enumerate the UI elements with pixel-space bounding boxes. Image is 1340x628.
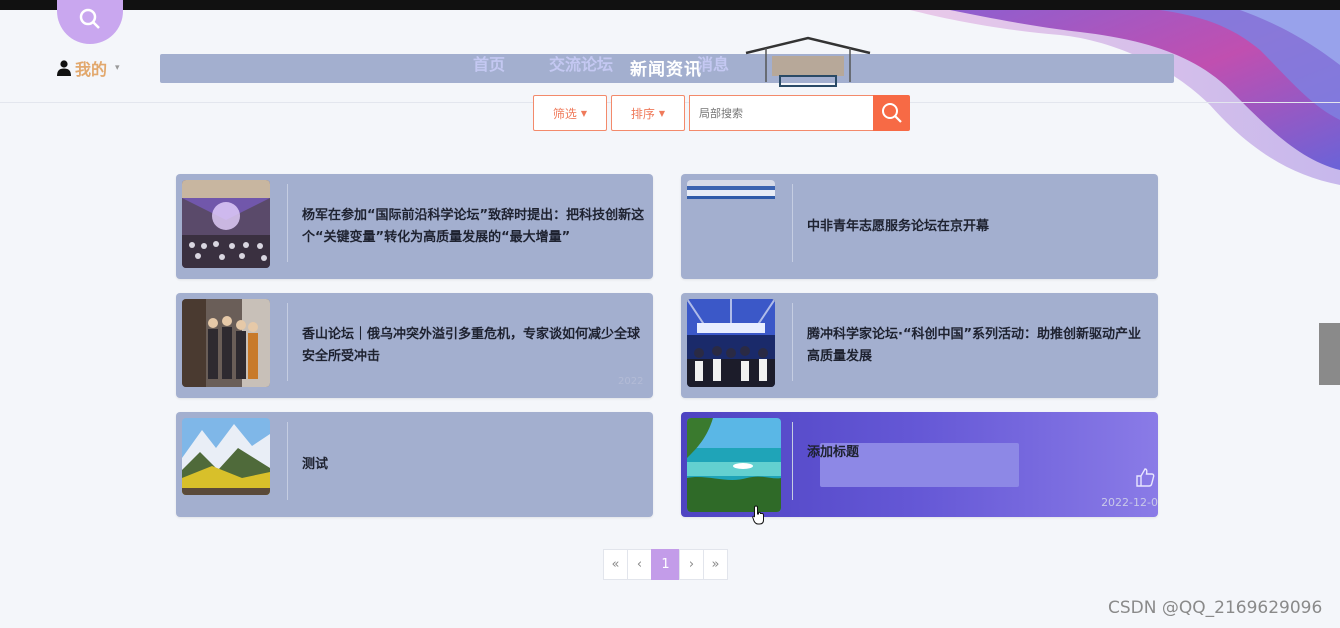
card-divider	[287, 184, 288, 262]
filter-label: 筛选	[552, 106, 577, 121]
chevron-down-icon: ▾	[115, 63, 120, 73]
next-page-button[interactable]: ›	[679, 549, 704, 580]
csdn-watermark: CSDN @QQ_2169629096	[1108, 598, 1323, 618]
news-card[interactable]: 中非青年志愿服务论坛在京开幕	[681, 174, 1158, 279]
news-title: 中非青年志愿服务论坛在京开幕	[807, 218, 990, 234]
sort-dropdown-button[interactable]: 排序 ▼	[611, 95, 685, 131]
search-icon	[79, 8, 100, 29]
news-thumbnail	[182, 418, 270, 495]
caret-down-icon: ▼	[580, 108, 588, 118]
news-title: 腾冲科学家论坛·“科创中国”系列活动：助推创新驱动产业高质量发展	[807, 326, 1142, 364]
decorative-wave	[910, 10, 1340, 185]
news-thumbnail	[687, 299, 775, 387]
card-divider	[287, 303, 288, 381]
news-card[interactable]: 杨军在参加“国际前沿科学论坛”致辞时提出：把科技创新这个“关键变量”转化为高质量…	[176, 174, 653, 279]
search-button[interactable]	[873, 95, 910, 131]
nav-item-home[interactable]: 首页	[473, 54, 505, 83]
news-card[interactable]: 测试	[176, 412, 653, 517]
local-search-input[interactable]	[689, 95, 873, 131]
sort-label: 排序	[630, 106, 655, 121]
house-roof-icon	[745, 36, 871, 87]
last-page-button[interactable]: »	[703, 549, 728, 580]
news-title: 杨军在参加“国际前沿科学论坛”致辞时提出：把科技创新这个“关键变量”转化为高质量…	[302, 207, 645, 245]
faded-date: 2022	[618, 376, 644, 387]
logo-circle[interactable]	[57, 0, 123, 44]
news-thumbnail	[182, 180, 270, 268]
my-account-label: 我的	[75, 60, 108, 79]
my-account-menu[interactable]: 我的 ▾	[57, 56, 120, 80]
news-thumbnail	[687, 180, 775, 210]
news-thumbnail	[182, 299, 270, 387]
filter-dropdown-button[interactable]: 筛选 ▼	[533, 95, 607, 131]
top-black-bar	[0, 0, 1340, 10]
thumbs-up-icon[interactable]	[1134, 466, 1156, 488]
caret-down-icon: ▼	[658, 108, 666, 118]
current-page-button[interactable]: 1	[651, 549, 680, 580]
nav-item-news-active[interactable]: 新闻资讯	[630, 55, 702, 80]
news-title: 测试	[302, 456, 329, 472]
user-icon	[57, 60, 71, 76]
card-divider	[792, 303, 793, 381]
search-icon	[881, 103, 902, 123]
news-card-hovered[interactable]: 添加标题 2022-12-0	[681, 412, 1158, 517]
news-thumbnail	[687, 418, 781, 512]
card-divider	[792, 422, 793, 500]
card-divider	[287, 422, 288, 500]
first-page-button[interactable]: «	[603, 549, 628, 580]
scrollbar-thumb[interactable]	[1319, 323, 1340, 385]
news-title: 香山论坛｜俄乌冲突外溢引多重危机，专家谈如何减少全球安全所受冲击	[302, 326, 641, 364]
news-card[interactable]: 香山论坛｜俄乌冲突外溢引多重危机，专家谈如何减少全球安全所受冲击	[176, 293, 653, 398]
hand-cursor-icon	[752, 505, 764, 525]
filter-bar: 筛选 ▼ 排序 ▼	[533, 95, 910, 131]
nav-item-forum[interactable]: 交流论坛	[549, 54, 613, 83]
news-card[interactable]: 腾冲科学家论坛·“科创中国”系列活动：助推创新驱动产业高质量发展	[681, 293, 1158, 398]
prev-page-button[interactable]: ‹	[627, 549, 652, 580]
pagination: « ‹ 1 › »	[603, 549, 728, 580]
card-divider	[792, 184, 793, 262]
news-date: 2022-12-0	[1101, 496, 1158, 509]
